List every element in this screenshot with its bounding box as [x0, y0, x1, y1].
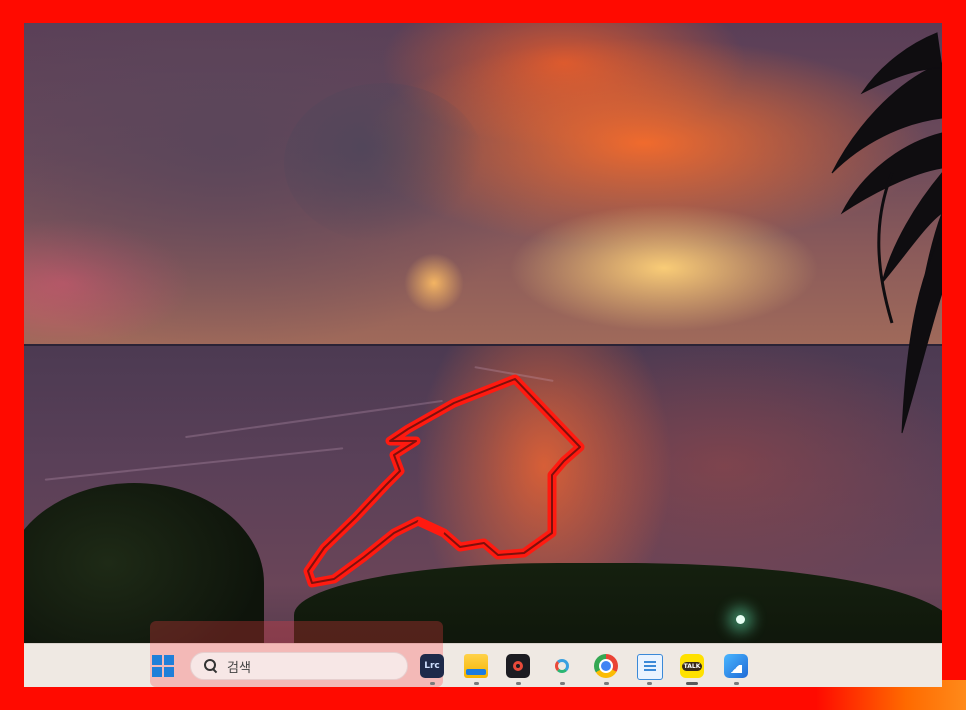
running-indicator [430, 682, 435, 685]
running-indicator [734, 682, 739, 685]
search-icon [203, 658, 219, 674]
running-indicator [560, 682, 565, 685]
dark-app-icon[interactable] [506, 654, 530, 678]
search-placeholder: 검색 [227, 660, 251, 676]
lrc-label: Lrc [424, 661, 440, 671]
running-indicator [647, 682, 652, 685]
photos-icon[interactable] [724, 654, 748, 678]
file-explorer-icon[interactable] [464, 654, 488, 678]
search-input[interactable]: 검색 [190, 652, 408, 680]
desktop-screen: 검색 Lrc TALK [24, 23, 942, 687]
wallpaper [24, 23, 942, 687]
running-indicator [516, 682, 521, 685]
running-indicator [604, 682, 609, 685]
hand-pointer-annotation [303, 374, 585, 588]
running-indicator [474, 682, 479, 685]
active-indicator [686, 682, 698, 685]
windows-logo-icon[interactable] [152, 655, 174, 677]
chrome-icon[interactable] [594, 654, 618, 678]
talk-label: TALK [681, 661, 703, 671]
kakaotalk-icon[interactable]: TALK [680, 654, 704, 678]
lightroom-classic-icon[interactable]: Lrc [420, 654, 444, 678]
hub-app-icon[interactable] [550, 654, 574, 678]
notepad-icon[interactable] [637, 654, 663, 680]
